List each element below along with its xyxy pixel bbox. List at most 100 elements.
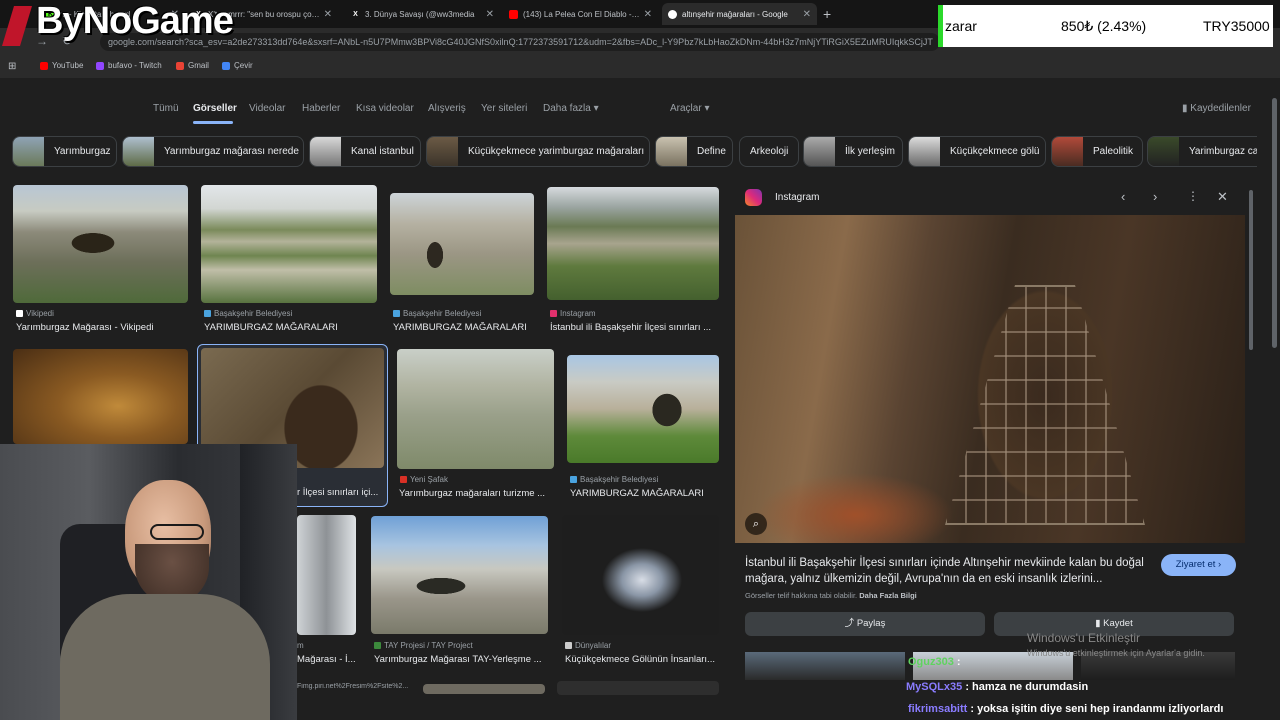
bookmark-twitch[interactable]: bufavo - Twitch xyxy=(96,61,162,70)
chip-label: Kanal istanbul xyxy=(351,146,414,157)
save-label: Kaydet xyxy=(1103,618,1133,629)
chip-where[interactable]: Yarımburgaz mağarası nerede xyxy=(122,136,304,167)
result-source[interactable]: Başakşehir Belediyesi xyxy=(393,309,481,318)
chip-kanal-istanbul[interactable]: Kanal istanbul xyxy=(309,136,421,167)
close-icon[interactable]: ✕ xyxy=(1217,189,1228,205)
share-button[interactable]: ⤴ Paylaş xyxy=(745,612,985,636)
source-label: Instagram xyxy=(560,309,596,318)
result-title[interactable]: Yarımburgaz Mağarası TAY-Yerleşme ... xyxy=(374,654,546,665)
previous-icon[interactable]: ‹ xyxy=(1121,189,1125,204)
result-title[interactable]: Yarımburgaz mağaraları turizme ... xyxy=(399,488,551,499)
tools-button[interactable]: Araçlar ▾ xyxy=(670,103,710,114)
chip-thumbnail xyxy=(1052,137,1083,166)
bookmark-gmail[interactable]: Gmail xyxy=(176,61,209,70)
chip-yarimburgaz-cave[interactable]: Yarimburgaz ca xyxy=(1147,136,1257,167)
result-source[interactable]: TAY Projesi / TAY Project xyxy=(374,641,473,650)
result-title[interactable]: YARIMBURGAZ MAĞARALARI xyxy=(204,322,376,333)
result-title[interactable]: YARIMBURGAZ MAĞARALARI xyxy=(570,488,718,499)
instagram-icon xyxy=(550,310,557,317)
chip-label: Küçükçekmece yarimburgaz mağaraları xyxy=(468,146,645,157)
result-source[interactable]: m xyxy=(297,641,304,650)
tab-web[interactable]: Yer siteleri xyxy=(481,103,527,114)
scrollbar-thumb[interactable] xyxy=(1272,98,1277,348)
result-title[interactable]: Yarımburgaz Mağarası - Vikipedi xyxy=(16,322,188,333)
source-label: Başakşehir Belediyesi xyxy=(403,309,482,318)
chip-paleolitik[interactable]: Paleolitik xyxy=(1051,136,1143,167)
preview-source[interactable]: Instagram xyxy=(775,192,819,203)
result-image[interactable] xyxy=(547,187,719,300)
tab-images[interactable]: Görseller xyxy=(193,103,237,114)
youtube-icon xyxy=(40,61,48,70)
chip-ilk-yerlesim[interactable]: İlk yerleşim xyxy=(803,136,903,167)
close-icon[interactable]: ✕ xyxy=(803,9,811,20)
apps-icon[interactable]: ⊞ xyxy=(8,61,16,72)
new-tab-icon[interactable]: + xyxy=(823,6,831,22)
lens-icon[interactable]: ⌕ xyxy=(745,513,767,535)
result-source[interactable]: Başakşehir Belediyesi xyxy=(204,309,292,318)
close-icon[interactable]: ✕ xyxy=(644,9,652,20)
next-icon[interactable]: › xyxy=(1153,189,1157,204)
chip-yarimburgaz[interactable]: Yarımburgaz xyxy=(12,136,117,167)
saved-button[interactable]: ▮ Kaydedilenler xyxy=(1182,103,1251,114)
tab-more[interactable]: Daha fazla ▾ xyxy=(543,103,599,114)
result-title[interactable]: Küçükçekmece Gölünün İnsanları... xyxy=(565,654,717,665)
preview-caption[interactable]: İstanbul ili Başakşehir İlçesi sınırları… xyxy=(745,555,1145,587)
tab-shopping[interactable]: Alışveriş xyxy=(428,103,466,114)
tab-news[interactable]: Haberler xyxy=(302,103,340,114)
more-options-icon[interactable]: ⋮ xyxy=(1187,189,1199,203)
result-source[interactable]: Instagram xyxy=(550,309,596,318)
preview-image[interactable]: ⌕ xyxy=(735,215,1245,543)
chip-arkeoloji[interactable]: Arkeoloji xyxy=(739,136,799,167)
result-image[interactable] xyxy=(397,349,554,469)
tab-label: (143) La Pelea Con El Diablo - Yo xyxy=(523,9,640,19)
windows-activation-watermark: Windows'u Etkinleştir Windows'u etkinleş… xyxy=(1027,631,1205,658)
more-info-link[interactable]: Daha Fazla Bilgi xyxy=(859,591,917,600)
close-icon[interactable]: ✕ xyxy=(324,9,332,20)
result-title[interactable]: İstanbul ili Başakşehir İlçesi sınırları… xyxy=(550,322,718,333)
result-source[interactable]: Dünyalılar xyxy=(565,641,611,650)
source-label: Başakşehir Belediyesi xyxy=(580,475,659,484)
tab-google-images[interactable]: altınşehir mağaraları - Google ✕ xyxy=(662,3,817,25)
result-image[interactable] xyxy=(13,349,188,444)
result-image[interactable] xyxy=(371,516,548,634)
watermark-subtitle: Windows'u etkinleştirmek için Ayarlar'a … xyxy=(1027,648,1205,658)
logo-text: ByNoGame xyxy=(36,0,234,42)
bookmark-youtube[interactable]: YouTube xyxy=(40,61,83,70)
chip-label: Arkeoloji xyxy=(750,146,789,157)
tab-videos[interactable]: Videolar xyxy=(249,103,286,114)
visit-button[interactable]: Ziyaret et › xyxy=(1161,554,1236,576)
tab-label: 3. Dünya Savaşı (@ww3media xyxy=(365,9,475,19)
tab-ww3media[interactable]: X 3. Dünya Savaşı (@ww3media ✕ xyxy=(345,3,500,25)
chip-kucukcekmece-golu[interactable]: Küçükçekmece gölü xyxy=(908,136,1046,167)
tab-short-videos[interactable]: Kısa videolar xyxy=(356,103,414,114)
chip-label: Yarımburgaz xyxy=(54,146,111,157)
tab-youtube[interactable]: (143) La Pelea Con El Diablo - Yo ✕ xyxy=(503,3,658,25)
result-source[interactable]: Yeni Şafak xyxy=(400,475,448,484)
result-image[interactable] xyxy=(423,684,545,694)
result-image[interactable] xyxy=(201,185,377,303)
result-title[interactable]: Mağarası - İ... xyxy=(297,654,357,665)
chat-username: Oguz303 xyxy=(908,656,954,668)
chip-define[interactable]: Define xyxy=(655,136,733,167)
share-icon: ⤴ xyxy=(844,618,855,629)
result-image[interactable] xyxy=(390,193,534,295)
result-image[interactable] xyxy=(297,515,356,635)
result-image[interactable] xyxy=(567,355,719,463)
result-image[interactable] xyxy=(562,515,719,635)
watermark-title: Windows'u Etkinleştir xyxy=(1027,631,1140,645)
result-image[interactable] xyxy=(13,185,188,303)
result-source[interactable]: Vikipedi xyxy=(16,309,54,318)
result-source[interactable]: Başakşehir Belediyesi xyxy=(570,475,658,484)
preview-scrollbar[interactable] xyxy=(1249,190,1253,350)
result-url-fragment[interactable]: Fimg.piri.net%2Fresim%2Fsite%2... xyxy=(297,683,417,690)
chip-label: Yarımburgaz mağarası nerede xyxy=(164,146,299,157)
chip-kucukcekmece-caves[interactable]: Küçükçekmece yarimburgaz mağaraları xyxy=(426,136,650,167)
tab-all[interactable]: Tümü xyxy=(153,103,179,114)
result-title[interactable]: YARIMBURGAZ MAĞARALARI xyxy=(393,322,533,333)
result-image[interactable] xyxy=(557,681,719,695)
bookmark-translate[interactable]: Çevir xyxy=(222,61,253,70)
related-image[interactable] xyxy=(745,652,905,680)
close-icon[interactable]: ✕ xyxy=(486,9,494,20)
result-title[interactable]: r İlçesi sınırları içi... xyxy=(297,487,382,498)
tab-label: altınşehir mağaraları - Google xyxy=(682,9,788,19)
